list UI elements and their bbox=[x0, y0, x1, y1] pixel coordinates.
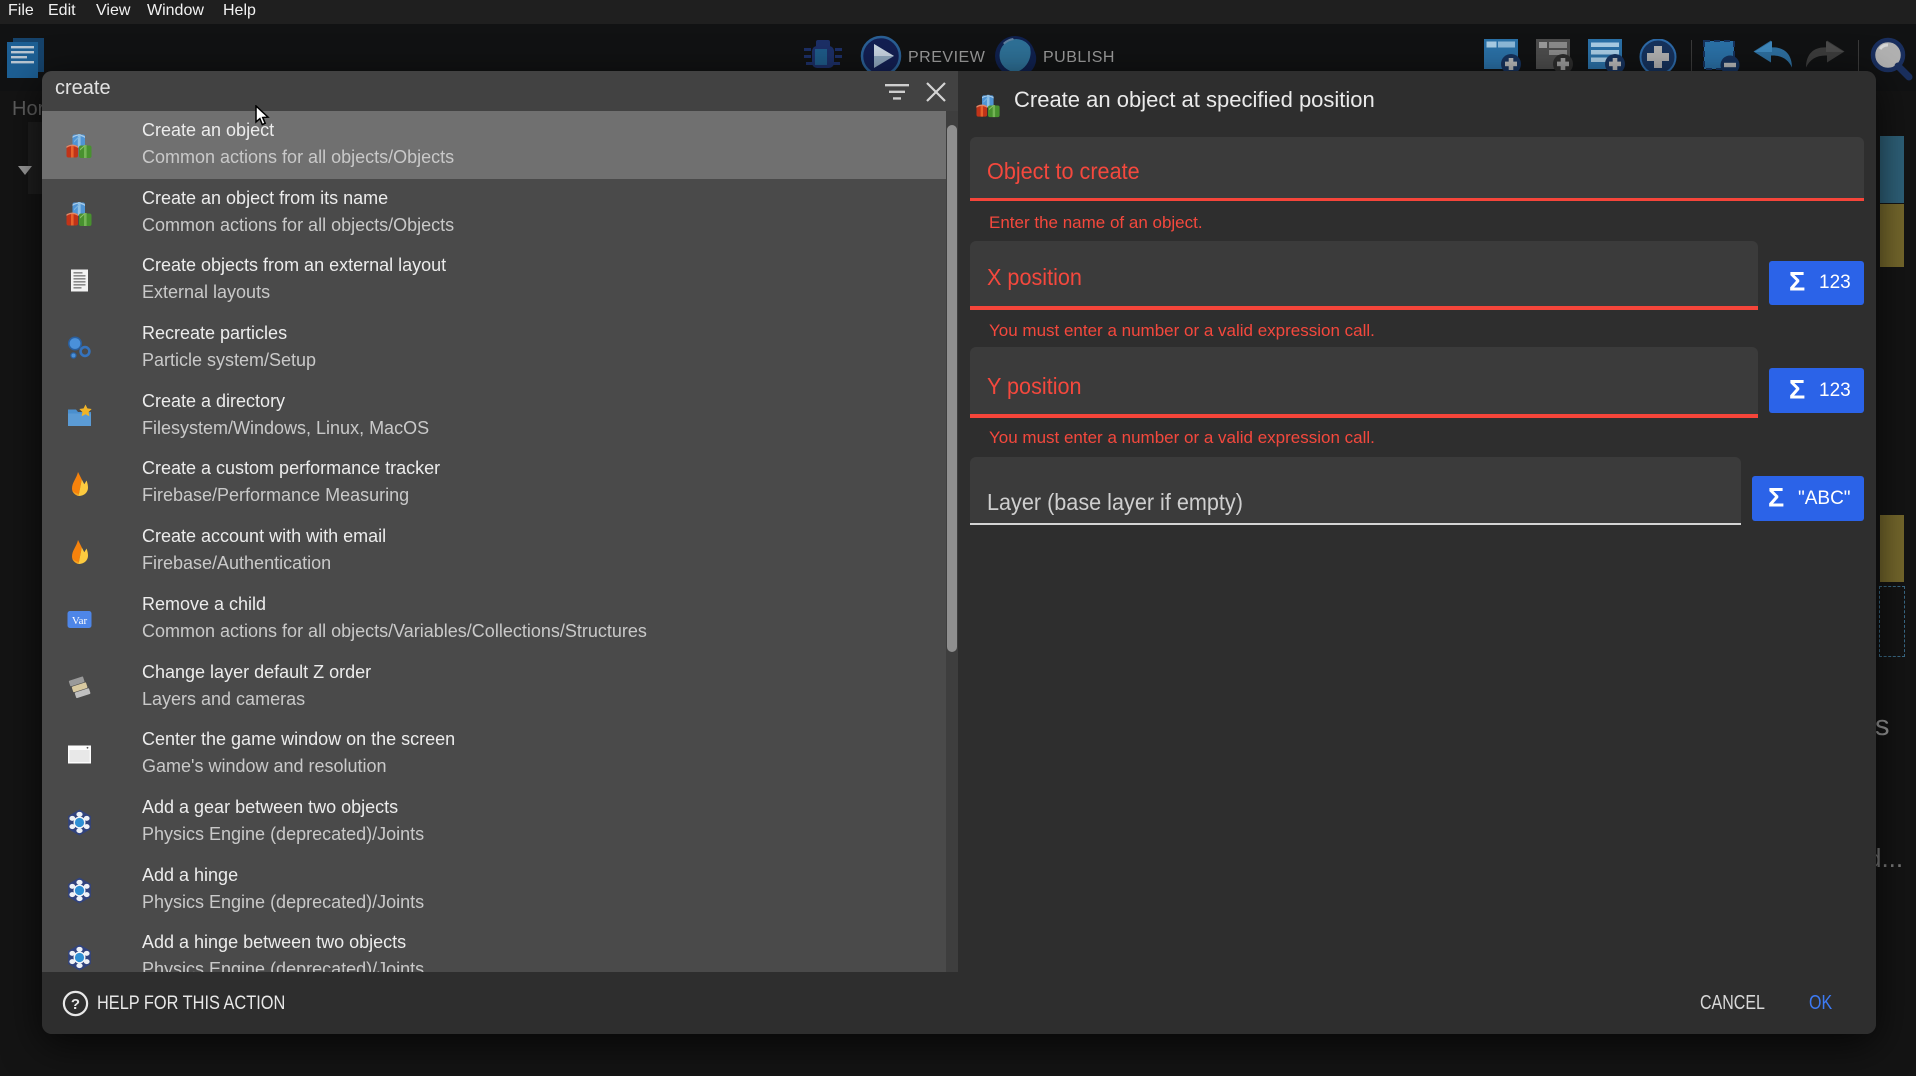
svg-text:?: ? bbox=[71, 996, 80, 1013]
